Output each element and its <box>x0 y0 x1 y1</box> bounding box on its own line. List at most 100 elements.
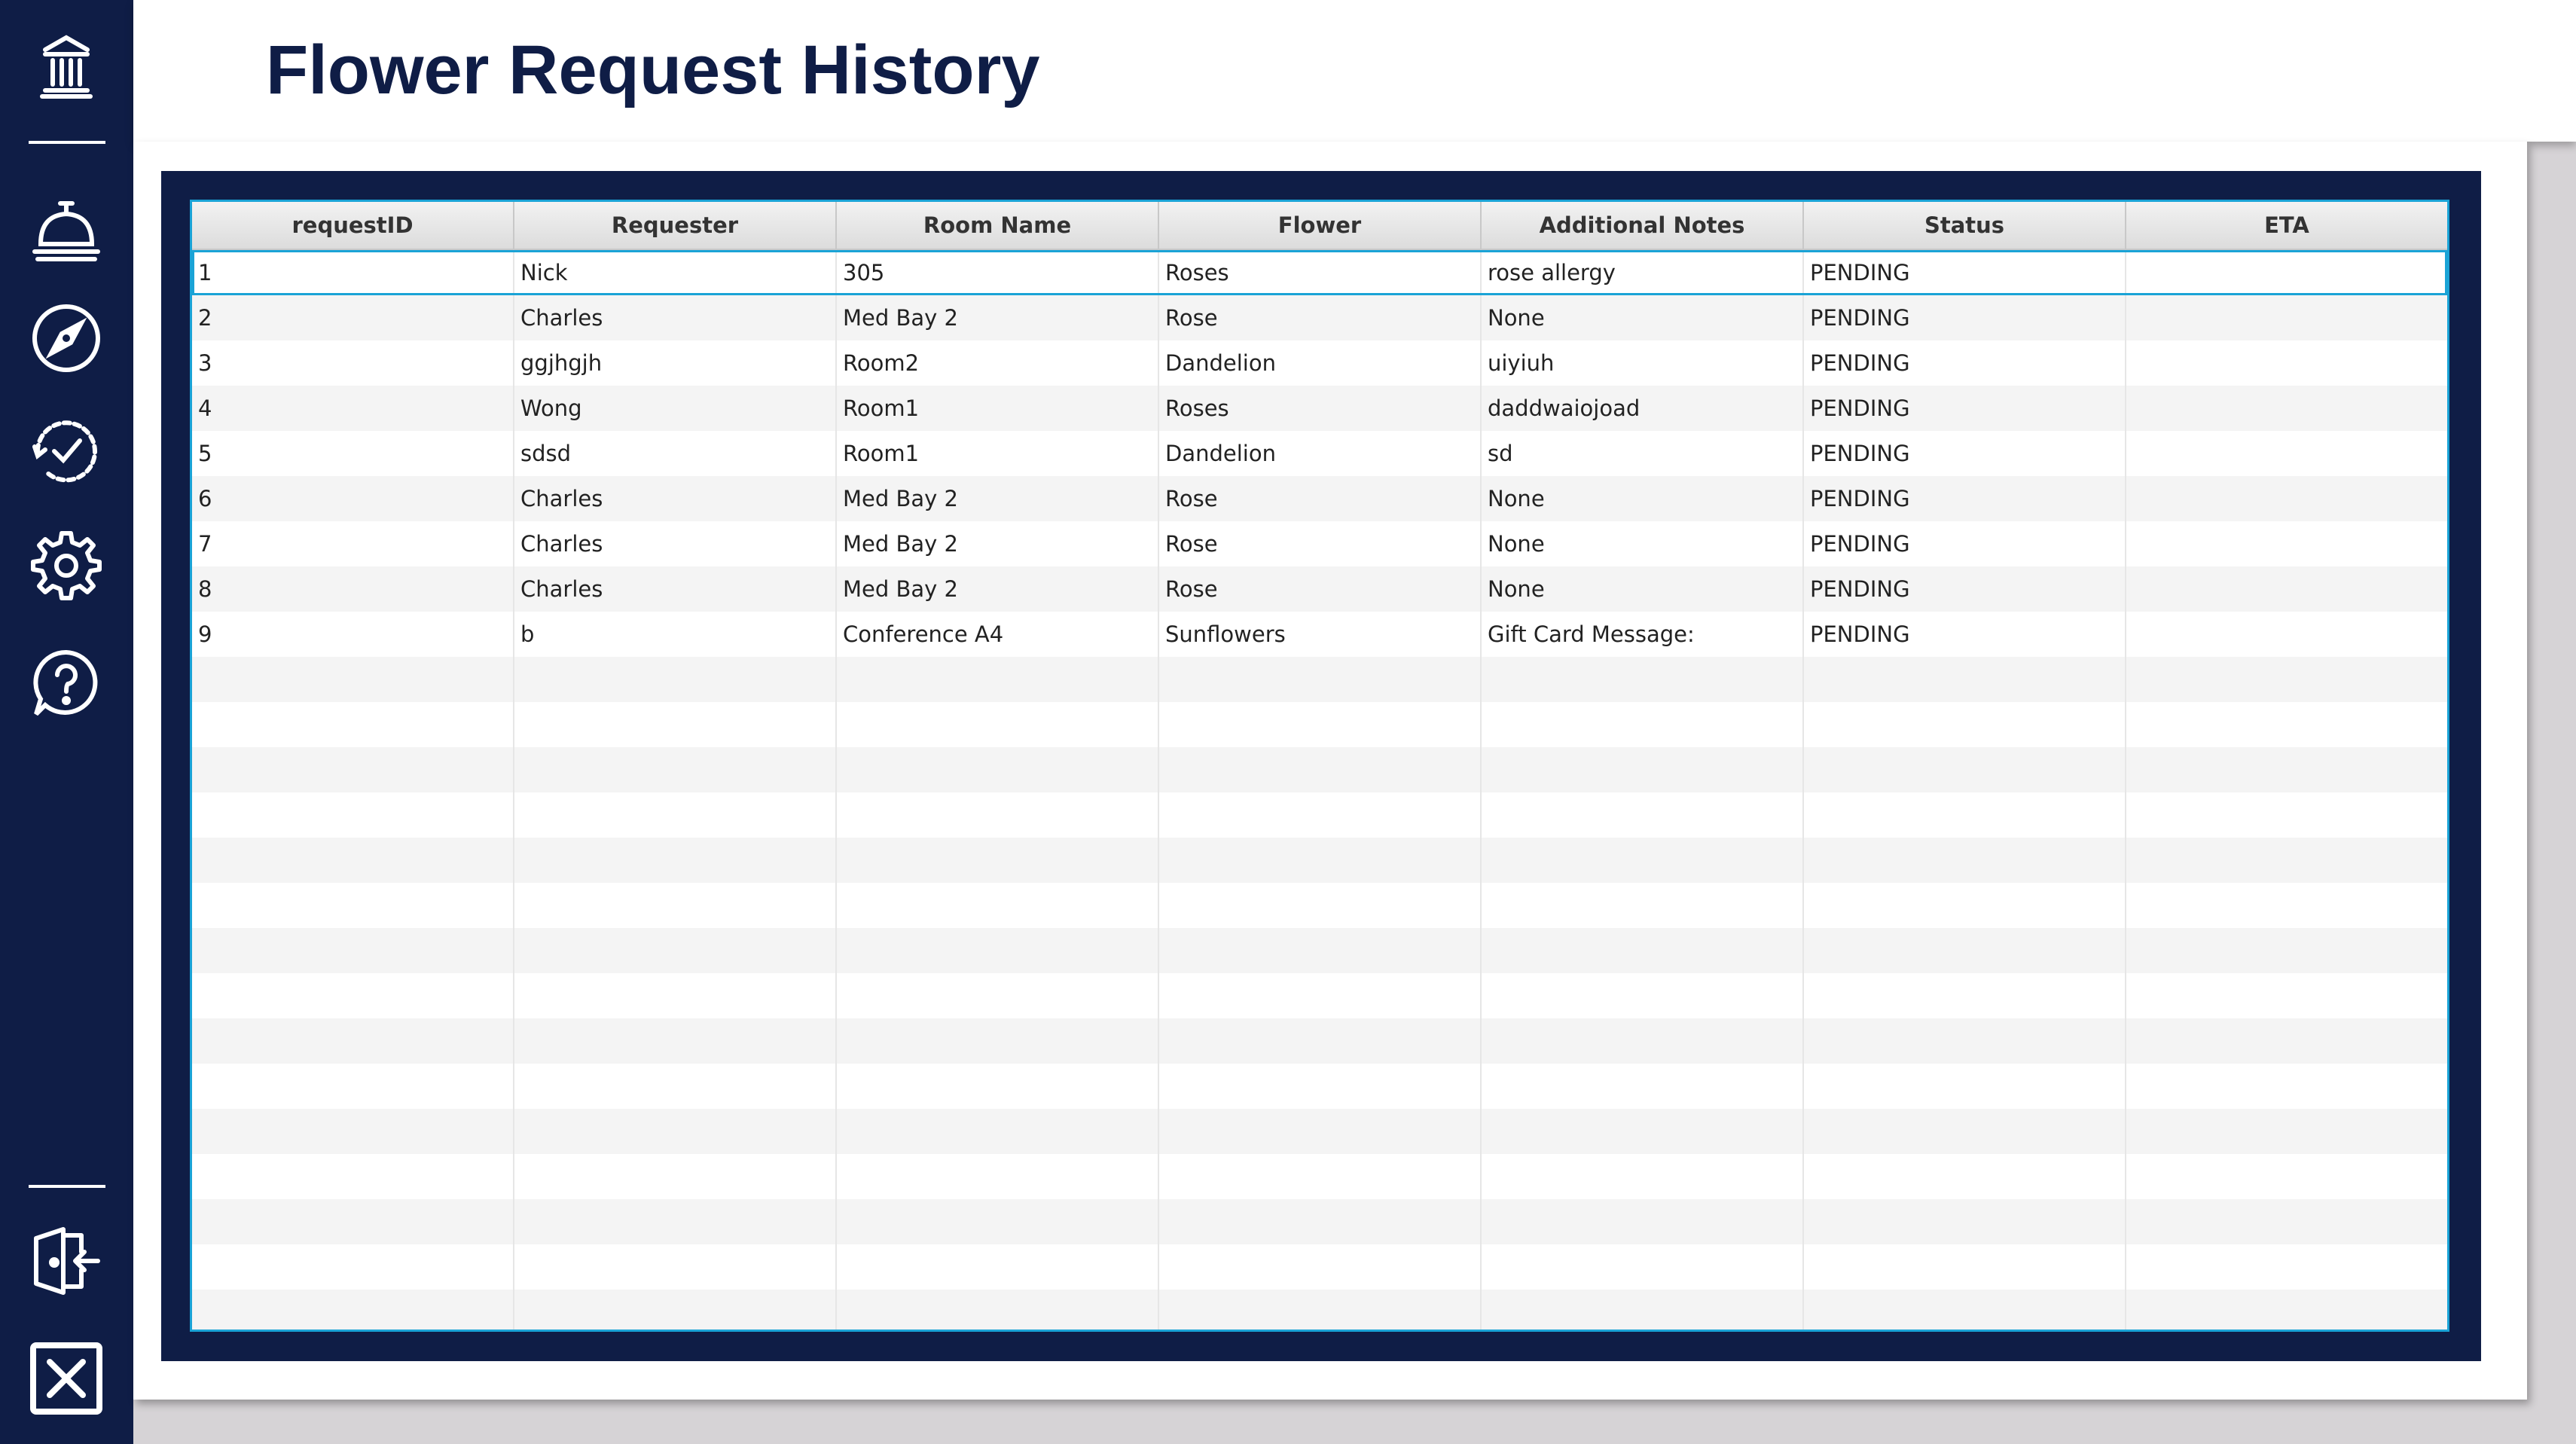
empty-table-cell <box>514 657 837 702</box>
empty-table-cell <box>514 838 837 883</box>
table-cell: Nick <box>514 250 837 295</box>
table-cell: Conference A4 <box>837 612 1159 657</box>
logout-icon[interactable] <box>29 1223 104 1299</box>
table-row[interactable]: 1 Nick 305 Roses rose allergy PENDING <box>192 250 2447 295</box>
table-cell: sdsd <box>514 431 837 476</box>
table-cell: 305 <box>837 250 1159 295</box>
table-row[interactable]: 7 Charles Med Bay 2 Rose None PENDING <box>192 521 2447 566</box>
table-cell: 8 <box>192 566 514 612</box>
table-cell: 6 <box>192 476 514 521</box>
empty-table-cell <box>1804 747 2126 792</box>
column-header-flower[interactable]: Flower <box>1159 202 1482 249</box>
empty-table-cell <box>1482 1109 1804 1154</box>
table-cell: 2 <box>192 295 514 340</box>
table-cell: Gift Card Message: <box>1482 612 1804 657</box>
page-title: Flower Request History <box>266 32 1040 108</box>
empty-table-cell <box>2126 792 2447 838</box>
empty-table-cell <box>1482 1244 1804 1290</box>
table-cell: None <box>1482 521 1804 566</box>
empty-table-cell <box>837 883 1159 928</box>
help-icon[interactable] <box>29 646 104 722</box>
empty-table-cell <box>837 1109 1159 1154</box>
column-header-additional-notes[interactable]: Additional Notes <box>1482 202 1804 249</box>
table-cell <box>2126 431 2447 476</box>
table-row[interactable]: 5 sdsd Room1 Dandelion sd PENDING <box>192 431 2447 476</box>
empty-table-cell <box>192 747 514 792</box>
table-cell: 1 <box>192 250 514 295</box>
table-cell: 9 <box>192 612 514 657</box>
close-icon[interactable] <box>29 1341 104 1416</box>
column-header-requester[interactable]: Requester <box>514 202 837 249</box>
gear-icon[interactable] <box>29 527 104 603</box>
table-cell <box>2126 340 2447 386</box>
table-cell: None <box>1482 476 1804 521</box>
table-cell <box>2126 566 2447 612</box>
table-row[interactable]: 2 Charles Med Bay 2 Rose None PENDING <box>192 295 2447 340</box>
table-cell: 7 <box>192 521 514 566</box>
empty-table-cell <box>1482 1199 1804 1244</box>
empty-table-cell <box>2126 1018 2447 1064</box>
empty-table-cell <box>2126 1064 2447 1109</box>
empty-table-cell <box>837 1064 1159 1109</box>
sidebar <box>0 0 133 1444</box>
table-cell <box>2126 476 2447 521</box>
empty-table-cell <box>2126 1154 2447 1199</box>
empty-table-cell <box>837 792 1159 838</box>
table-row[interactable]: 4 Wong Room1 Roses daddwaiojoad PENDING <box>192 386 2447 431</box>
table-cell: ggjhgjh <box>514 340 837 386</box>
column-header-status[interactable]: Status <box>1804 202 2126 249</box>
table-row[interactable]: 8 Charles Med Bay 2 Rose None PENDING <box>192 566 2447 612</box>
table-cell: PENDING <box>1804 612 2126 657</box>
table-row[interactable]: 6 Charles Med Bay 2 Rose None PENDING <box>192 476 2447 521</box>
table-cell: Room1 <box>837 386 1159 431</box>
empty-table-cell <box>192 1109 514 1154</box>
service-bell-icon[interactable] <box>29 193 104 268</box>
empty-table-cell <box>192 973 514 1018</box>
empty-table-cell <box>514 1290 837 1330</box>
empty-table-cell <box>837 838 1159 883</box>
compass-icon[interactable] <box>29 301 104 376</box>
empty-table-cell <box>837 928 1159 973</box>
empty-table-cell <box>837 1199 1159 1244</box>
empty-table-row <box>192 657 2447 702</box>
empty-table-cell <box>192 883 514 928</box>
empty-table-cell <box>514 973 837 1018</box>
table-cell: Rose <box>1159 566 1482 612</box>
table-body: 1 Nick 305 Roses rose allergy PENDING 2 Charles… <box>192 250 2447 1330</box>
empty-table-cell <box>1482 928 1804 973</box>
empty-table-row <box>192 1244 2447 1290</box>
column-header-room-name[interactable]: Room Name <box>837 202 1159 249</box>
empty-table-row <box>192 702 2447 747</box>
table-row[interactable]: 9 b Conference A4 Sunflowers Gift Card Messa… <box>192 612 2447 657</box>
table-cell: Room2 <box>837 340 1159 386</box>
column-header-eta[interactable]: ETA <box>2126 202 2447 249</box>
table-cell: PENDING <box>1804 340 2126 386</box>
empty-table-cell <box>837 657 1159 702</box>
empty-table-cell <box>2126 1109 2447 1154</box>
table-cell: PENDING <box>1804 521 2126 566</box>
empty-table-cell <box>837 1018 1159 1064</box>
request-history-table[interactable]: requestID Requester Room Name Flower Add… <box>190 200 2449 1332</box>
empty-table-cell <box>1804 702 2126 747</box>
history-check-icon[interactable] <box>29 414 104 489</box>
empty-table-cell <box>1159 747 1482 792</box>
empty-table-cell <box>1159 1109 1482 1154</box>
empty-table-cell <box>1159 928 1482 973</box>
table-cell: Charles <box>514 521 837 566</box>
table-cell: PENDING <box>1804 386 2126 431</box>
empty-table-cell <box>192 838 514 883</box>
table-cell: 5 <box>192 431 514 476</box>
empty-table-cell <box>1159 1290 1482 1330</box>
column-header-requestid[interactable]: requestID <box>192 202 514 249</box>
empty-table-cell <box>1482 1154 1804 1199</box>
table-row[interactable]: 3 ggjhgjh Room2 Dandelion uiyiuh PENDING <box>192 340 2447 386</box>
table-cell: Roses <box>1159 250 1482 295</box>
table-cell: 4 <box>192 386 514 431</box>
empty-table-cell <box>2126 1290 2447 1330</box>
empty-table-cell <box>192 1064 514 1109</box>
table-cell: Wong <box>514 386 837 431</box>
empty-table-cell <box>514 1109 837 1154</box>
empty-table-cell <box>192 1244 514 1290</box>
building-icon[interactable] <box>29 29 104 104</box>
empty-table-cell <box>192 657 514 702</box>
